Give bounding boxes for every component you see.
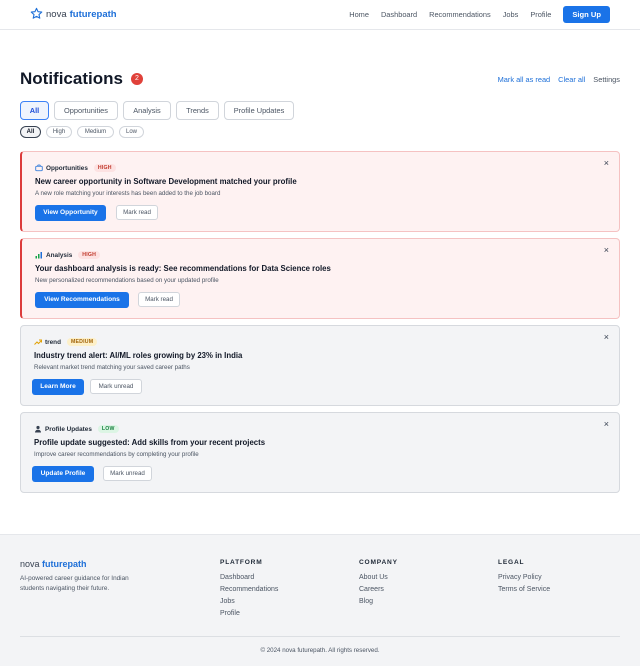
category-label: trend xyxy=(45,338,61,346)
page-title-text: Notifications xyxy=(20,69,123,88)
notification-category: Profile Updates LOW xyxy=(34,425,119,433)
priority-badge: HIGH xyxy=(78,251,101,259)
notification-category: trend MEDIUM xyxy=(34,338,98,346)
filter-all[interactable]: All xyxy=(20,126,41,138)
notification-description: Improve career recommendations by comple… xyxy=(34,451,199,458)
nav-home[interactable]: Home xyxy=(349,10,369,19)
category-label: Profile Updates xyxy=(45,425,92,433)
footer-link-careers[interactable]: Careers xyxy=(359,586,398,594)
footer-heading: COMPANY xyxy=(359,559,398,566)
bar-chart-icon xyxy=(35,251,43,259)
trending-up-icon xyxy=(34,338,42,346)
nav-profile[interactable]: Profile xyxy=(530,10,551,19)
view-recommendations-button[interactable]: View Recommendations xyxy=(35,292,129,308)
notification-description: Relevant market trend matching your save… xyxy=(34,364,190,371)
learn-more-button[interactable]: Learn More xyxy=(32,379,84,395)
notification-title: New career opportunity in Software Devel… xyxy=(35,177,297,186)
tab-opportunities[interactable]: Opportunities xyxy=(54,101,118,120)
footer-heading: LEGAL xyxy=(498,559,525,566)
unread-count-badge: 2 xyxy=(130,73,143,85)
close-icon[interactable]: × xyxy=(604,332,609,342)
notification-title: Your dashboard analysis is ready: See re… xyxy=(35,264,331,273)
category-label: Opportunities xyxy=(46,164,88,172)
top-navbar: nova futurepath Home Dashboard Recommend… xyxy=(0,0,640,30)
mark-read-button[interactable]: Mark read xyxy=(138,292,180,307)
footer-brand[interactable]: nova futurepath xyxy=(20,559,87,569)
footer-divider xyxy=(20,636,620,637)
copyright: © 2024 nova futurepath. All rights reser… xyxy=(260,647,380,654)
footer-link-about[interactable]: About Us xyxy=(359,574,398,582)
filter-low[interactable]: Low xyxy=(119,126,144,138)
footer-column-platform: PLATFORM Dashboard Recommendations Jobs … xyxy=(220,559,278,622)
category-tabs: All Opportunities Analysis Trends Profil… xyxy=(20,101,299,120)
page-title: Notifications 2 xyxy=(20,69,143,89)
notification-card: Analysis HIGH × Your dashboard analysis … xyxy=(20,238,620,319)
footer-link-profile[interactable]: Profile xyxy=(220,610,278,618)
settings-link[interactable]: Settings xyxy=(593,75,620,84)
footer-heading: PLATFORM xyxy=(220,559,263,566)
tab-trends[interactable]: Trends xyxy=(176,101,219,120)
close-icon[interactable]: × xyxy=(604,419,609,429)
priority-badge: HIGH xyxy=(93,164,116,172)
footer-link-blog[interactable]: Blog xyxy=(359,598,398,606)
tab-all[interactable]: All xyxy=(20,101,49,120)
notification-card: Opportunities HIGH × New career opportun… xyxy=(20,151,620,232)
notification-title: Profile update suggested: Add skills fro… xyxy=(34,438,266,447)
footer-brand-prefix: nova xyxy=(20,559,40,569)
user-icon xyxy=(34,425,42,433)
footer-link-recommendations[interactable]: Recommendations xyxy=(220,586,278,594)
page-footer: nova futurepath AI-powered career guidan… xyxy=(0,534,640,666)
brand-logo[interactable]: nova futurepath xyxy=(30,7,117,23)
footer-brand-name: futurepath xyxy=(42,559,87,569)
notification-description: A new role matching your interests has b… xyxy=(35,190,221,197)
notification-category: Analysis HIGH xyxy=(35,251,101,259)
footer-tagline: AI-powered career guidance for Indian st… xyxy=(20,575,129,592)
filter-medium[interactable]: Medium xyxy=(77,126,114,138)
mark-read-button[interactable]: Mark read xyxy=(116,205,158,220)
page-actions: Mark all as read Clear all Settings xyxy=(490,75,620,84)
close-icon[interactable]: × xyxy=(604,158,609,168)
nav-dashboard[interactable]: Dashboard xyxy=(381,10,417,19)
clear-all-link[interactable]: Clear all xyxy=(558,75,585,84)
brand-name: futurepath xyxy=(69,9,117,20)
briefcase-icon xyxy=(35,164,43,172)
footer-link-privacy[interactable]: Privacy Policy xyxy=(498,574,550,582)
notification-card: trend MEDIUM × Industry trend alert: AI/… xyxy=(20,325,620,406)
notification-title: Industry trend alert: AI/ML roles growin… xyxy=(34,351,243,360)
brand-prefix: nova xyxy=(46,9,67,20)
footer-column-company: COMPANY About Us Careers Blog xyxy=(359,559,398,610)
notification-category: Opportunities HIGH xyxy=(35,164,116,172)
footer-column-legal: LEGAL Privacy Policy Terms of Service xyxy=(498,559,550,598)
notification-description: New personalized recommendations based o… xyxy=(35,277,219,284)
nav-recommendations[interactable]: Recommendations xyxy=(429,10,491,19)
priority-badge: LOW xyxy=(97,425,119,433)
update-profile-button[interactable]: Update Profile xyxy=(32,466,94,482)
tab-profile-updates[interactable]: Profile Updates xyxy=(224,101,294,120)
star-icon xyxy=(30,7,43,23)
filter-high[interactable]: High xyxy=(46,126,72,138)
mark-unread-button[interactable]: Mark unread xyxy=(90,379,142,394)
footer-link-dashboard[interactable]: Dashboard xyxy=(220,574,278,582)
view-opportunity-button[interactable]: View Opportunity xyxy=(35,205,106,221)
tab-analysis[interactable]: Analysis xyxy=(123,101,171,120)
priority-badge: MEDIUM xyxy=(66,338,98,346)
nav-jobs[interactable]: Jobs xyxy=(503,10,519,19)
priority-filters: All High Medium Low xyxy=(20,126,149,138)
footer-link-jobs[interactable]: Jobs xyxy=(220,598,278,606)
close-icon[interactable]: × xyxy=(604,245,609,255)
mark-unread-button[interactable]: Mark unread xyxy=(103,466,152,481)
mark-all-read-link[interactable]: Mark all as read xyxy=(498,75,551,84)
category-label: Analysis xyxy=(46,251,73,259)
sign-up-button[interactable]: Sign Up xyxy=(563,6,610,23)
main-nav: Home Dashboard Recommendations Jobs Prof… xyxy=(337,6,610,23)
notification-card: Profile Updates LOW × Profile update sug… xyxy=(20,412,620,493)
footer-link-terms[interactable]: Terms of Service xyxy=(498,586,550,594)
